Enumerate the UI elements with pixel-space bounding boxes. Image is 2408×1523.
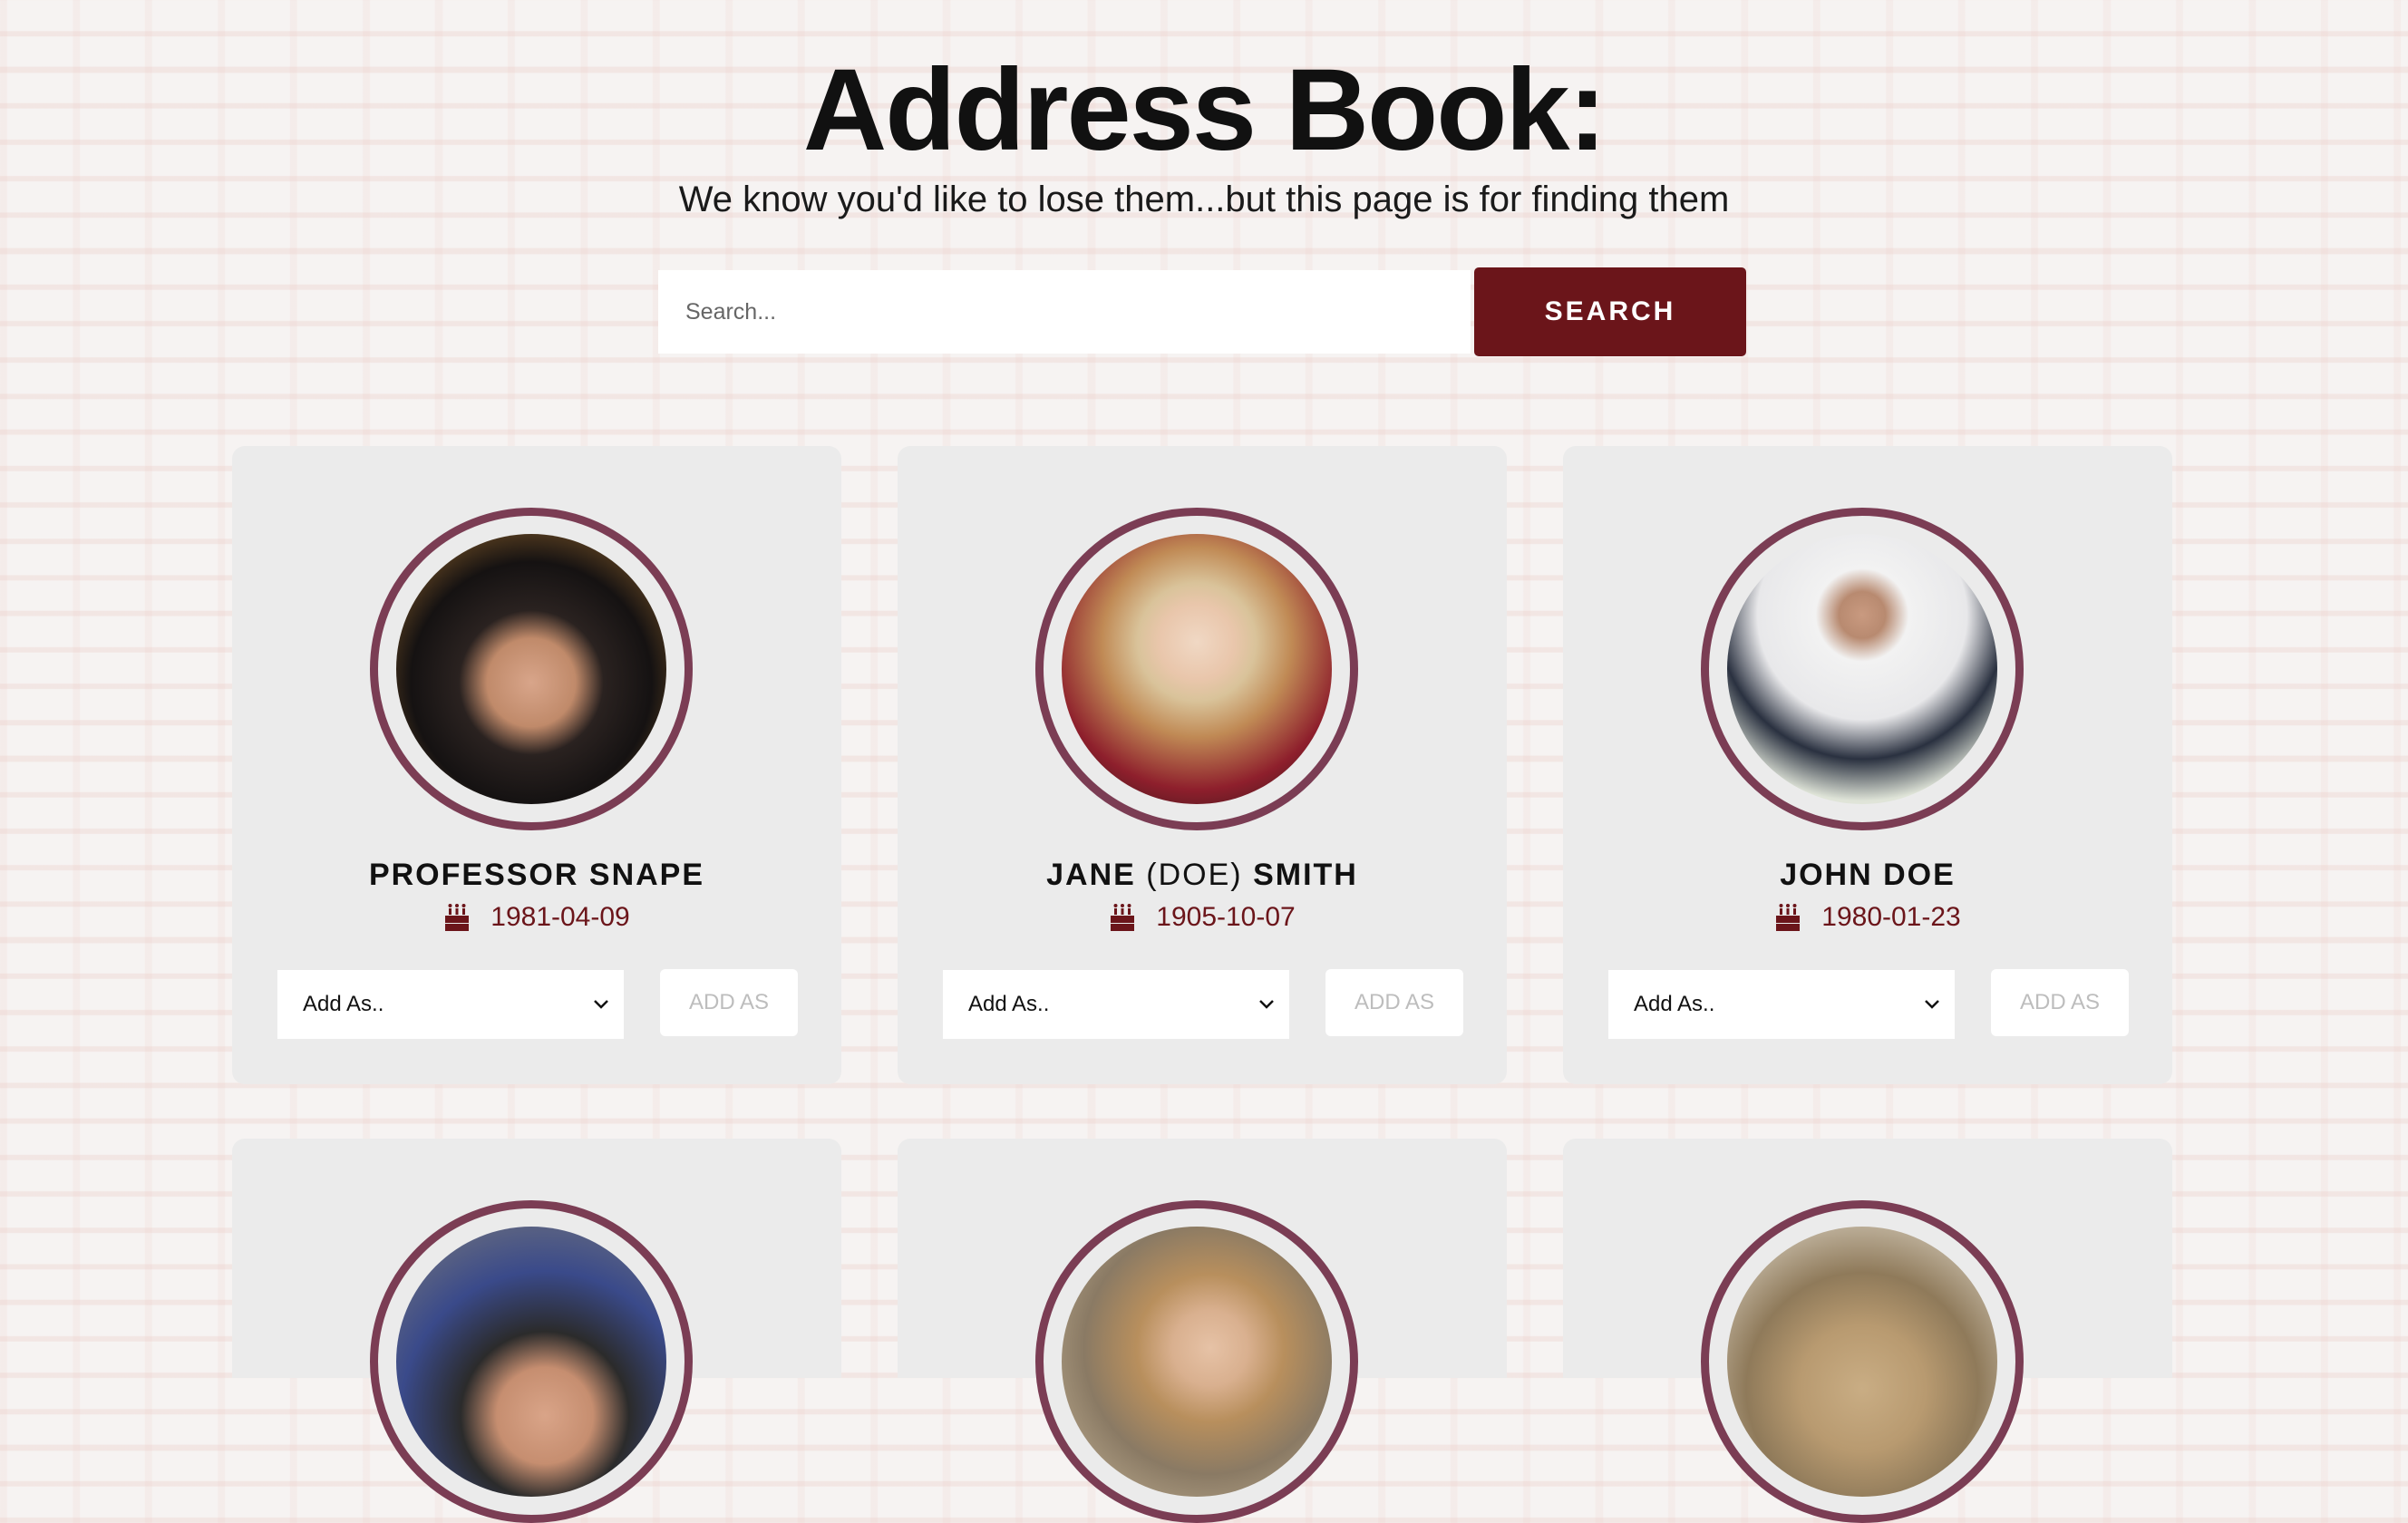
contact-card: JANE (DOE) SMITH 1905-10-07 Add As.. ADD…	[898, 446, 1507, 1084]
add-as-select-value: Add As..	[303, 992, 384, 1016]
search-button[interactable]: SEARCH	[1474, 267, 1746, 356]
chevron-down-icon	[1925, 1000, 1939, 1009]
search-input[interactable]	[658, 270, 1471, 354]
contact-card	[898, 1139, 1507, 1523]
chevron-down-icon	[594, 1000, 608, 1009]
chevron-down-icon	[1259, 1000, 1274, 1009]
add-as-button[interactable]: ADD AS	[1991, 969, 2129, 1036]
contact-card: JOHN DOE 1980-01-23 Add As.. ADD AS	[1563, 446, 2172, 1084]
add-as-button[interactable]: ADD AS	[660, 969, 798, 1036]
add-as-select-value: Add As..	[1634, 992, 1715, 1016]
avatar-photo	[1727, 534, 1997, 804]
avatar	[1701, 508, 2024, 830]
cake-icon	[1776, 904, 1801, 931]
avatar-photo	[1062, 534, 1332, 804]
avatar	[1035, 1200, 1358, 1523]
add-as-select[interactable]: Add As..	[277, 970, 624, 1039]
avatar-photo	[396, 1227, 666, 1497]
birthday-date: 1980-01-23	[1821, 902, 1961, 932]
avatar	[1701, 1200, 2024, 1523]
avatar-photo	[1727, 1227, 1997, 1497]
add-as-select[interactable]: Add As..	[1608, 970, 1955, 1039]
birthday-row: 1980-01-23	[1563, 901, 2172, 934]
birthday-row: 1905-10-07	[898, 901, 1507, 934]
contact-card: PROFESSOR SNAPE 1981-04-09 Add As.. ADD …	[232, 446, 841, 1084]
avatar-photo	[396, 534, 666, 804]
cake-icon	[445, 904, 470, 931]
contact-card	[232, 1139, 841, 1523]
contact-name: PROFESSOR SNAPE	[368, 858, 705, 892]
birthday-row: 1981-04-09	[232, 901, 841, 934]
cake-icon	[1111, 904, 1135, 931]
page-title: Address Book:	[802, 45, 1607, 175]
page-subtitle: We know you'd like to lose them...but th…	[678, 179, 1730, 219]
avatar	[1035, 508, 1358, 830]
avatar	[370, 1200, 693, 1523]
contact-name: JOHN DOE	[1780, 858, 1956, 892]
contact-card	[1563, 1139, 2172, 1523]
add-as-select-value: Add As..	[968, 992, 1050, 1016]
birthday-date: 1905-10-07	[1156, 902, 1296, 932]
avatar	[370, 508, 693, 830]
add-as-button[interactable]: ADD AS	[1325, 969, 1463, 1036]
avatar-photo	[1062, 1227, 1332, 1497]
add-as-select[interactable]: Add As..	[943, 970, 1289, 1039]
birthday-date: 1981-04-09	[490, 902, 630, 932]
contact-name: JANE (DOE) SMITH	[1046, 858, 1358, 892]
